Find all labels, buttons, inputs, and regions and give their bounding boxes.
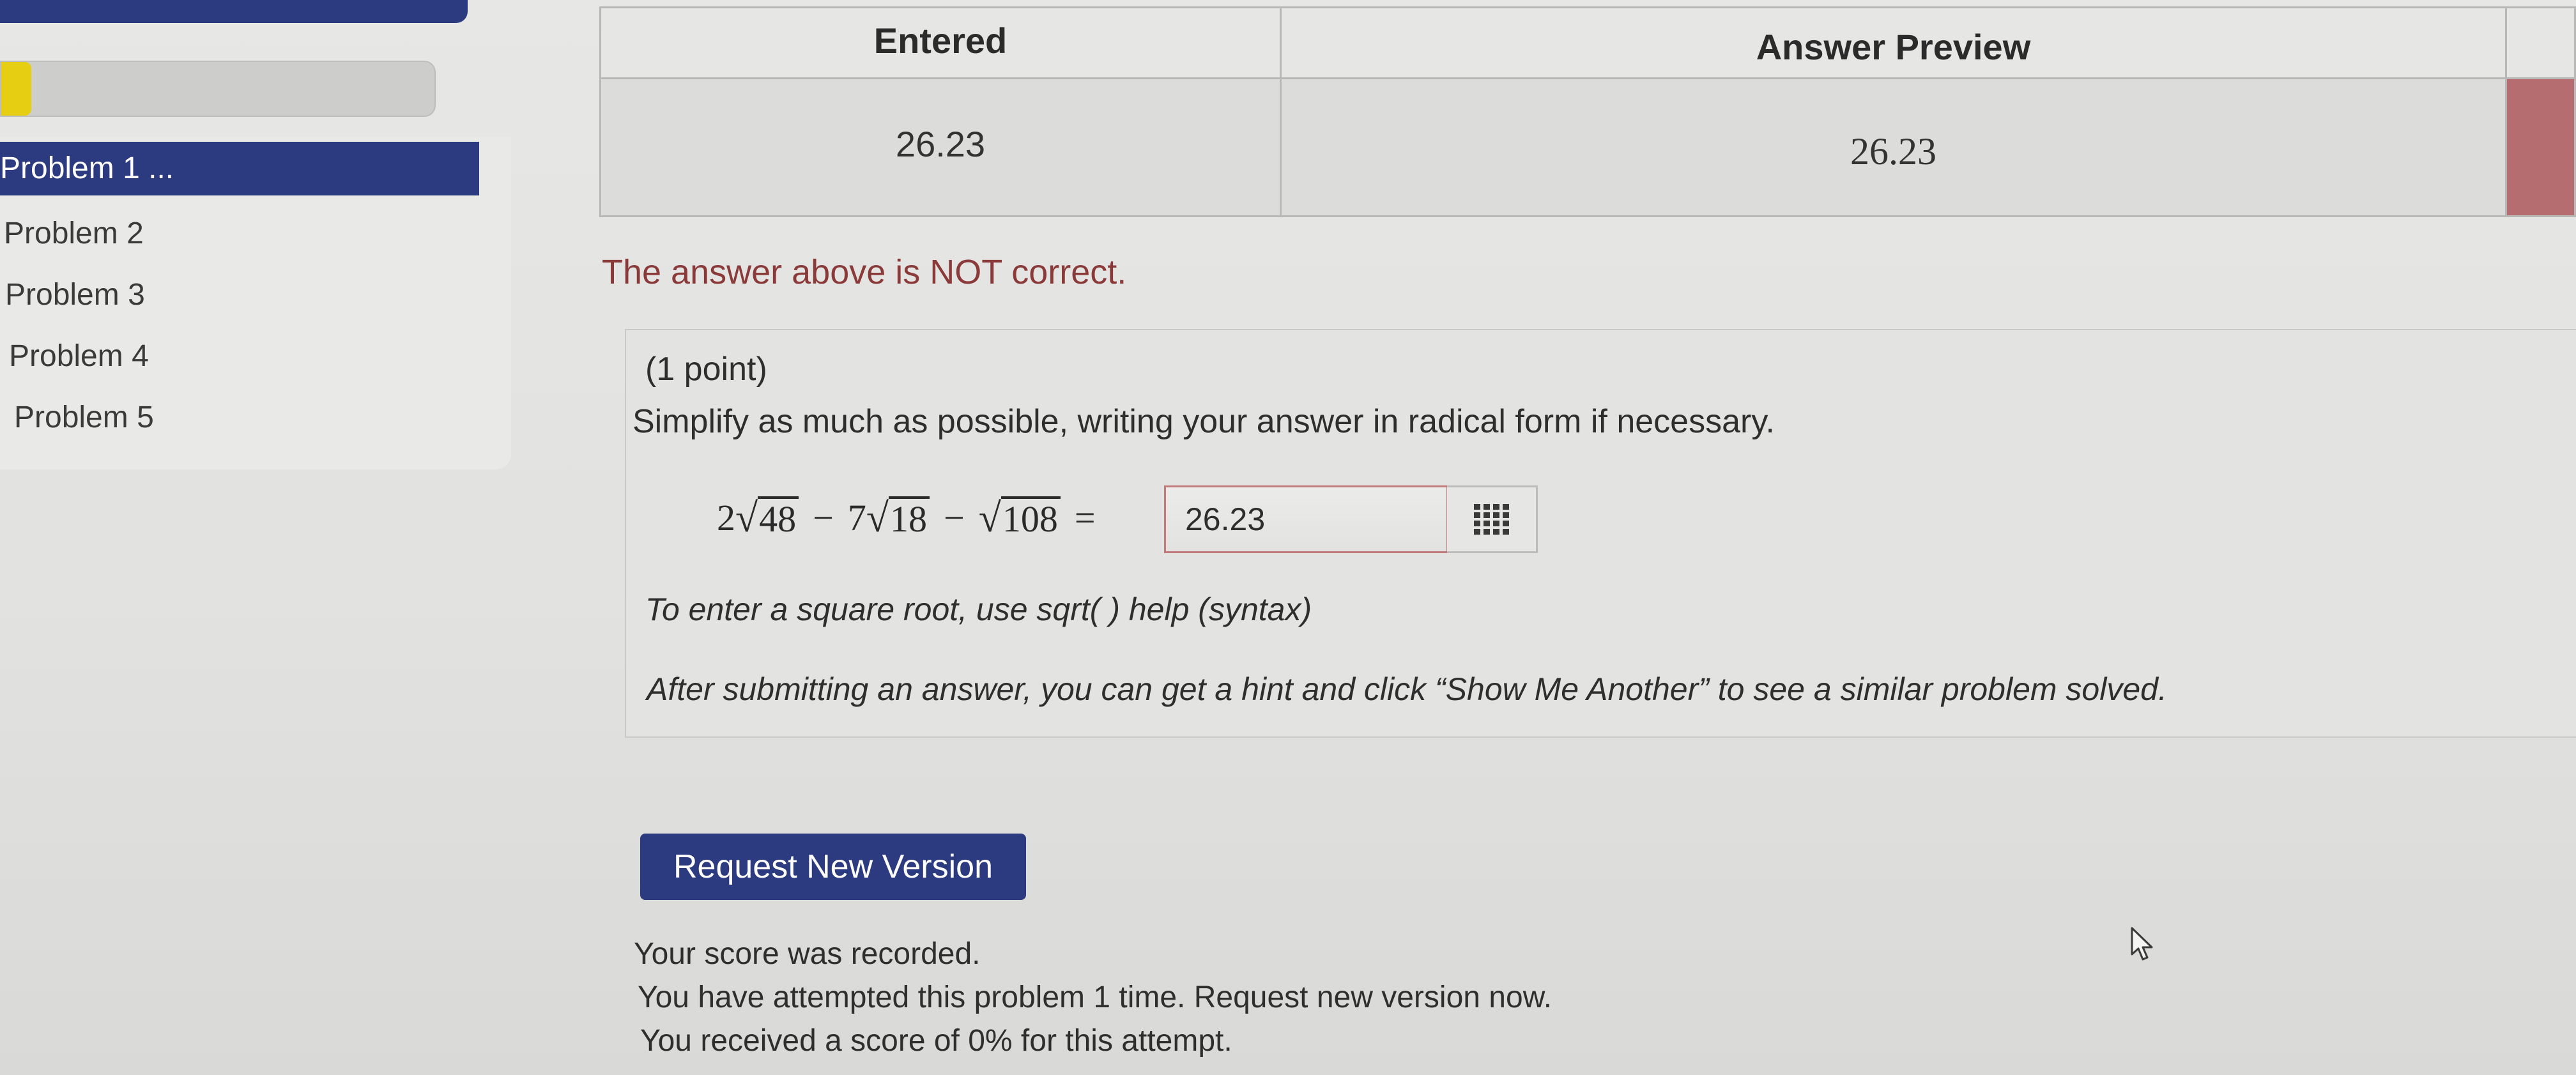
math-palette-button[interactable] (1447, 485, 1538, 553)
radical-sign-icon: √ (866, 495, 889, 541)
sidebar-item-problem-5[interactable]: Problem 5 (0, 387, 479, 448)
coefficient: 7 (847, 496, 866, 538)
feedback-message: The answer above is NOT correct. (602, 253, 1127, 291)
radical-sign-icon: √ (735, 495, 758, 541)
after-submit-note: After submitting an answer, you can get … (647, 671, 2167, 707)
request-new-version-button[interactable]: Request New Version (640, 834, 1026, 900)
square-root: √ 48 (735, 496, 799, 539)
grid-icon (1473, 504, 1509, 535)
progress-bar-fill (1, 62, 32, 116)
radicand: 18 (888, 496, 930, 539)
square-root: √ 18 (866, 496, 930, 539)
square-root: √ 108 (979, 496, 1061, 539)
equals-sign: = (1074, 496, 1096, 538)
sidebar-item-problem-4[interactable]: Problem 4 (0, 326, 479, 387)
page: Problem 1 ... Problem 2 Problem 3 Proble… (0, 0, 2576, 1075)
radicand: 108 (1000, 496, 1061, 539)
header-answer-preview: Answer Preview (1756, 27, 2031, 67)
answer-preview-value: 26.23 (1850, 130, 1936, 172)
mouse-pointer-icon (2131, 927, 2153, 961)
radical-sign-icon: √ (978, 495, 1001, 541)
help-syntax-link[interactable]: help (syntax) (1129, 591, 1312, 627)
sidebar-item-problem-1[interactable]: Problem 1 ... (0, 142, 479, 195)
points-label: (1 point) (645, 351, 767, 388)
radicand: 48 (758, 496, 799, 539)
entered-value: 26.23 (895, 124, 986, 164)
score-messages: Your score was recorded. You have attemp… (634, 933, 1552, 1063)
answer-input[interactable] (1164, 485, 1448, 553)
score-recorded-text: Your score was recorded. (634, 937, 981, 971)
sidebar-item-problem-2[interactable]: Problem 2 (0, 203, 479, 264)
syntax-hint: To enter a square root, use sqrt( ) help… (645, 591, 1312, 628)
problem-instruction: Simplify as much as possible, writing yo… (632, 403, 1775, 440)
problem-list: Problem 1 ... Problem 2 Problem 3 Proble… (0, 142, 479, 448)
minus-operator: − (813, 496, 834, 538)
header-entered: Entered (873, 20, 1008, 61)
results-table: Entered Answer Preview 26.23 26.23 (599, 6, 2576, 217)
syntax-hint-text: To enter a square root, use sqrt( ) (645, 591, 1129, 627)
score-received-text: You received a score of 0% for this atte… (640, 1024, 1232, 1058)
progress-bar (0, 61, 436, 117)
top-nav-bar (0, 0, 468, 23)
attempts-text: You have attempted this problem 1 time. … (638, 980, 1552, 1014)
problem-equation: 2 √ 48 − 7 √ 18 − √ 108 = (717, 489, 1096, 546)
coefficient: 2 (717, 496, 735, 538)
minus-operator: − (943, 496, 965, 538)
sidebar-item-problem-3[interactable]: Problem 3 (0, 264, 479, 326)
incorrect-status-cell (2507, 79, 2574, 215)
